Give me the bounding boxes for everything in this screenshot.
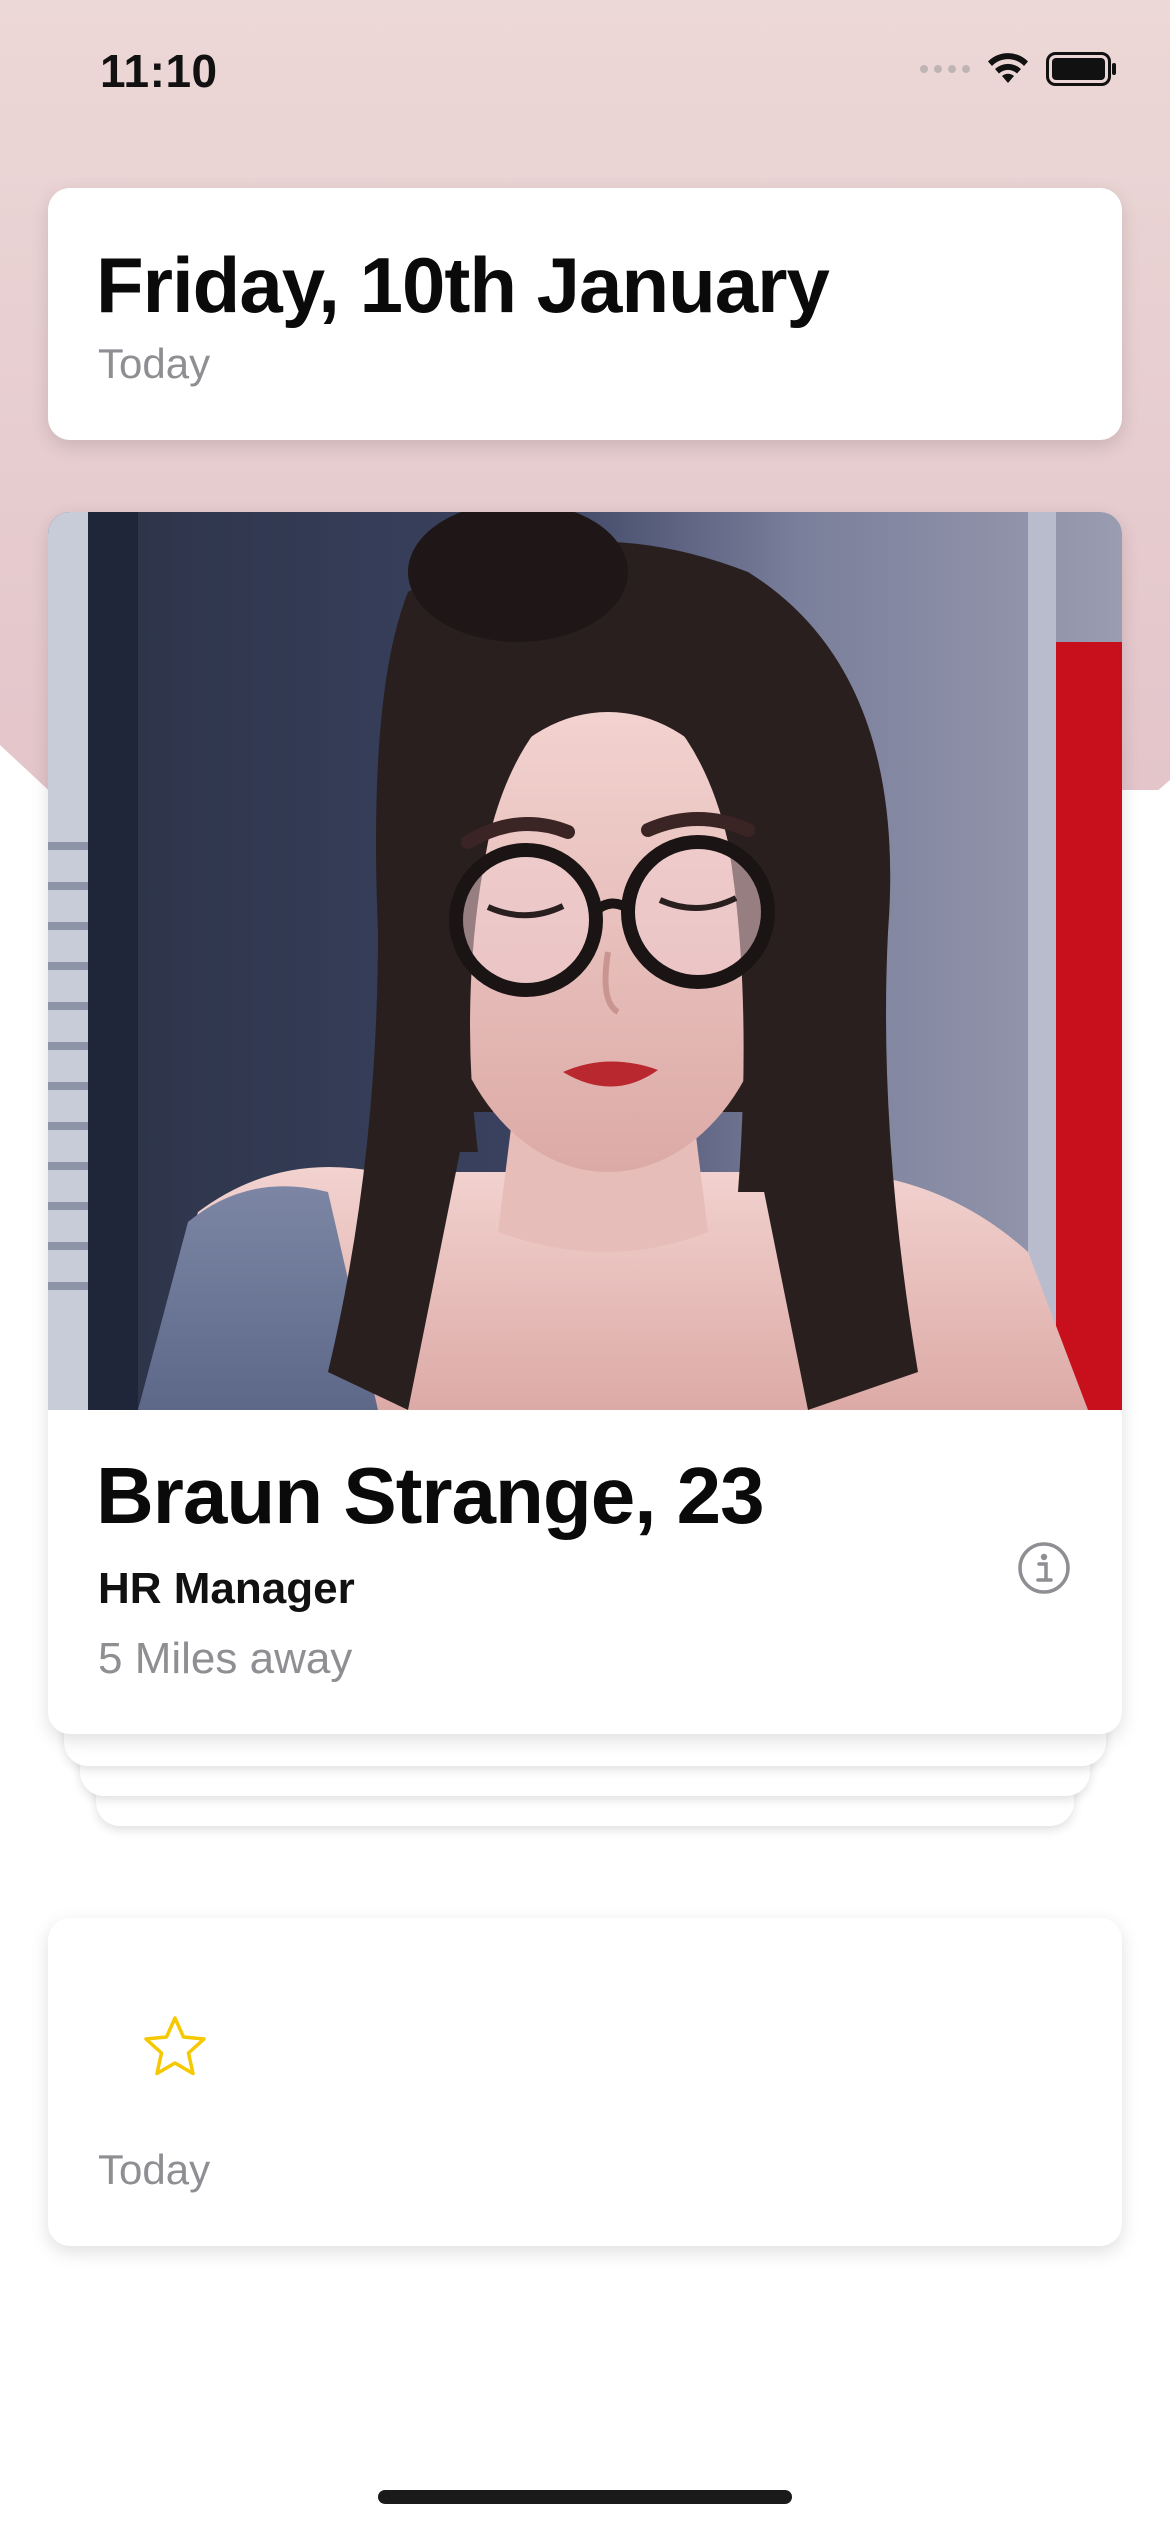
profile-card[interactable]: Braun Strange, 23 HR Manager 5 Miles awa…	[48, 512, 1122, 1734]
date-title: Friday, 10th January	[96, 241, 830, 329]
wifi-icon	[988, 53, 1028, 83]
favorite-subtitle: Today	[98, 2146, 211, 2193]
date-subtitle: Today	[98, 340, 211, 387]
screen: 11:10 Friday, 10th January Today Braun S…	[0, 0, 1170, 2532]
signal-icon	[920, 65, 970, 73]
star-icon[interactable]	[142, 2014, 208, 2080]
battery-icon	[1046, 52, 1116, 86]
profile-name-age: Braun Strange, 23	[96, 1451, 765, 1540]
date-header-card: Friday, 10th January Today	[48, 188, 1122, 440]
profile-job: HR Manager	[98, 1564, 355, 1613]
status-time: 11:10	[100, 45, 218, 97]
status-icons	[920, 52, 1118, 86]
favorite-card[interactable]: Today	[48, 1918, 1122, 2246]
home-indicator[interactable]	[378, 2490, 792, 2504]
profile-distance: 5 Miles away	[98, 1634, 353, 1683]
info-icon[interactable]	[1016, 1540, 1072, 1596]
profile-photo	[48, 512, 1122, 1410]
